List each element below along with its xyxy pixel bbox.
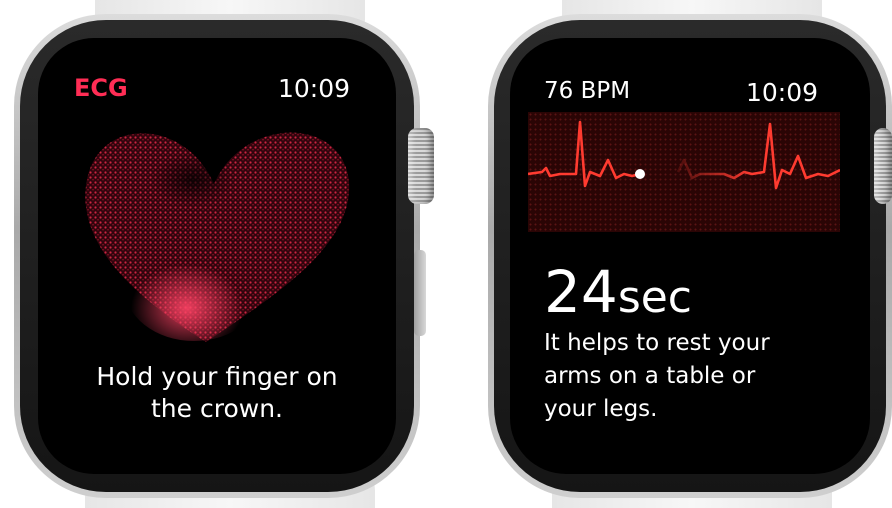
heart-particles-icon bbox=[85, 132, 350, 342]
instruction-line-2: the crown. bbox=[151, 394, 283, 423]
time-display: 10:09 bbox=[746, 78, 819, 107]
time-display: 10:09 bbox=[278, 74, 351, 103]
countdown-value: 24 bbox=[544, 258, 618, 326]
app-title: ECG bbox=[74, 74, 128, 102]
tip-line-1: It helps to rest your bbox=[544, 330, 770, 356]
watch-screen-left: ECG 10:09 Hold your finger on the crown. bbox=[38, 38, 396, 474]
tip-line-2: arms on a table or bbox=[544, 363, 756, 389]
ecg-graph-panel bbox=[528, 112, 840, 232]
ecg-waveform-icon bbox=[528, 120, 840, 190]
watch-screen-right: 76 BPM 10:09 24sec It helps to rest your… bbox=[510, 38, 870, 474]
countdown-unit: sec bbox=[617, 272, 692, 323]
digital-crown-left[interactable] bbox=[408, 128, 434, 204]
tip-line-3: your legs. bbox=[544, 396, 658, 422]
countdown-timer: 24sec bbox=[544, 258, 692, 326]
side-button-left[interactable] bbox=[414, 250, 426, 336]
heart-rate-label: 76 BPM bbox=[544, 78, 631, 104]
instruction-line-1: Hold your finger on bbox=[96, 362, 338, 391]
digital-crown-right[interactable] bbox=[874, 128, 892, 204]
